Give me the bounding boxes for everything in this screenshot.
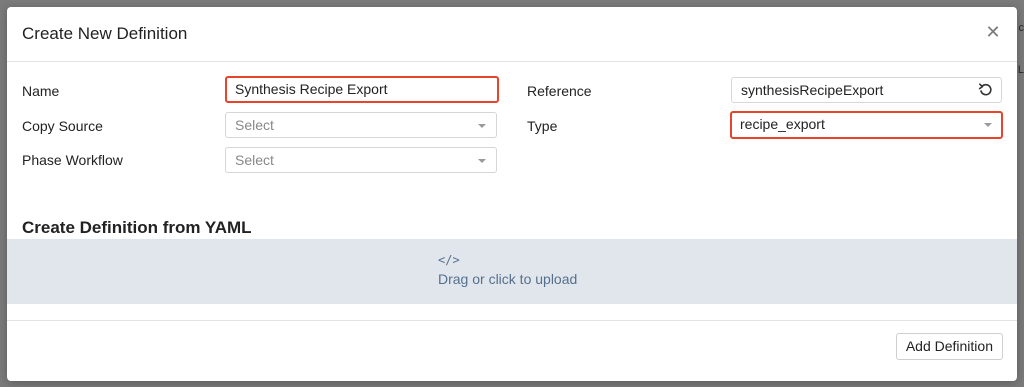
chevron-down-icon	[478, 159, 486, 163]
upload-text: Drag or click to upload	[438, 271, 578, 287]
type-value: recipe_export	[740, 116, 825, 132]
yaml-section-title: Create Definition from YAML	[22, 218, 252, 237]
footer-divider	[7, 320, 1017, 321]
type-select[interactable]: recipe_export	[730, 111, 1003, 139]
chevron-down-icon	[478, 124, 486, 128]
reference-label: Reference	[527, 83, 592, 99]
copy-source-label: Copy Source	[22, 118, 103, 134]
phase-workflow-placeholder: Select	[235, 152, 274, 168]
code-icon: </>	[438, 253, 460, 267]
backdrop-text: c	[1018, 22, 1024, 34]
phase-workflow-label: Phase Workflow	[22, 152, 123, 168]
yaml-upload-dropzone[interactable]: </> Drag or click to upload	[7, 239, 1017, 304]
refresh-icon[interactable]	[978, 82, 994, 98]
type-label: Type	[527, 118, 558, 134]
phase-workflow-select[interactable]: Select	[225, 147, 497, 173]
close-icon[interactable]: ✕	[983, 22, 1003, 42]
copy-source-select[interactable]: Select	[225, 112, 497, 138]
modal-header: Create New Definition ✕	[7, 7, 1017, 62]
chevron-down-icon	[984, 123, 992, 127]
reference-input[interactable]: synthesisRecipeExport	[731, 77, 1002, 103]
name-label: Name	[22, 83, 60, 99]
reference-value: synthesisRecipeExport	[741, 82, 884, 98]
add-definition-button[interactable]: Add Definition	[895, 333, 1003, 360]
name-value: Synthesis Recipe Export	[235, 81, 388, 97]
modal-title: Create New Definition	[22, 24, 188, 43]
copy-source-placeholder: Select	[235, 117, 274, 133]
name-input[interactable]: Synthesis Recipe Export	[225, 76, 499, 103]
create-definition-modal: Create New Definition ✕ Name Synthesis R…	[7, 7, 1017, 381]
